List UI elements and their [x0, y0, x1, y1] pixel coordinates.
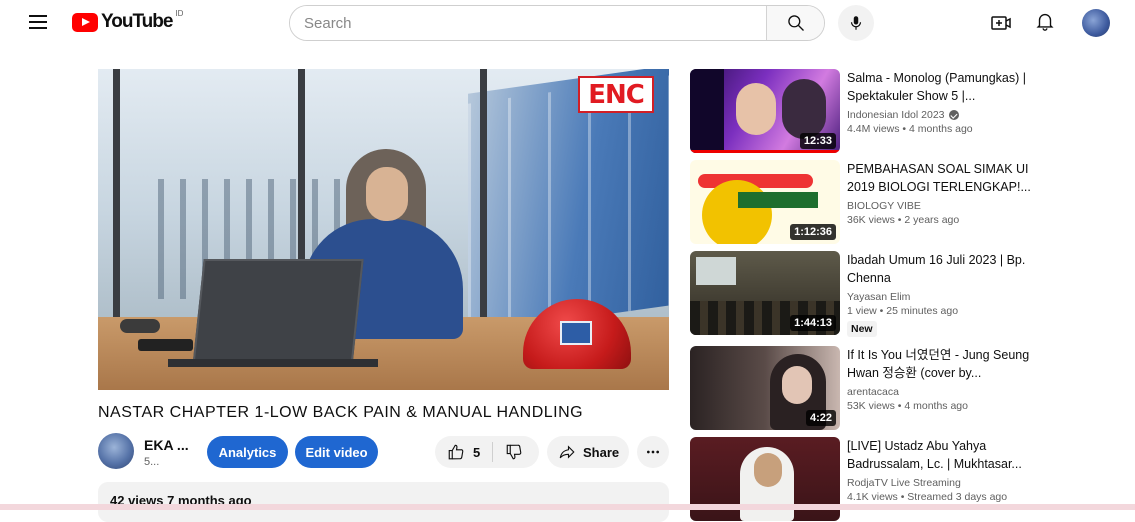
thumbs-down-icon [505, 443, 523, 461]
duration-badge: 12:33 [800, 133, 836, 149]
duration-badge: 1:12:36 [790, 224, 836, 240]
subscriber-count: 5... [144, 456, 159, 468]
duration-badge: 4:22 [806, 410, 836, 426]
more-horizontal-icon [645, 444, 661, 460]
youtube-logo[interactable]: YouTube ID [72, 11, 183, 33]
logo-text: YouTube [101, 11, 172, 33]
search-icon [786, 13, 806, 33]
microphone-icon [847, 14, 865, 32]
share-button[interactable]: Share [547, 436, 629, 468]
more-actions-button[interactable] [637, 436, 669, 468]
recommended-meta: 53K views • 4 months ago [847, 400, 1037, 412]
video-thumbnail[interactable]: 12:33 [690, 69, 840, 153]
search-input[interactable] [290, 6, 766, 40]
video-thumbnail[interactable]: 1:44:13 [690, 251, 840, 335]
verified-icon [949, 110, 959, 120]
recommended-channel[interactable]: RodjaTV Live Streaming [847, 477, 961, 489]
account-avatar[interactable] [1082, 9, 1110, 37]
menu-icon[interactable] [26, 10, 50, 34]
create-button[interactable] [989, 11, 1013, 35]
channel-name[interactable]: EKA ... [144, 437, 189, 453]
like-button[interactable]: 5 [435, 436, 492, 468]
recommended-channel[interactable]: Indonesian Idol 2023 [847, 109, 945, 121]
taskbar-edge [0, 504, 1135, 510]
video-plus-icon [989, 11, 1013, 35]
channel-avatar[interactable] [98, 433, 134, 469]
recommended-meta: 1 view • 25 minutes ago [847, 305, 1037, 317]
notifications-button[interactable] [1034, 10, 1058, 34]
recommended-title[interactable]: Salma - Monolog (Pamungkas) | Spektakule… [847, 69, 1037, 105]
like-dislike-group: 5 [435, 436, 539, 468]
video-player[interactable]: ENC [98, 69, 669, 390]
recommended-title[interactable]: If It Is You 너였던연 - Jung Seung Hwan 정승환 … [847, 346, 1037, 382]
recommended-channel[interactable]: BIOLOGY VIBE [847, 200, 921, 212]
video-thumbnail[interactable]: 1:12:36 [690, 160, 840, 244]
channel-watermark: ENC [578, 76, 654, 113]
search-button[interactable] [766, 6, 824, 40]
recommended-channel[interactable]: Yayasan Elim [847, 291, 910, 303]
edit-video-button[interactable]: Edit video [295, 436, 378, 468]
recommended-meta: 4.4M views • 4 months ago [847, 123, 1037, 135]
recommended-title[interactable]: PEMBAHASAN SOAL SIMAK UI 2019 BIOLOGI TE… [847, 160, 1037, 196]
like-count: 5 [473, 445, 480, 460]
share-icon [558, 443, 576, 461]
recommended-meta: 36K views • 2 years ago [847, 214, 1037, 226]
description-box[interactable]: 42 views 7 months ago [98, 482, 669, 522]
recommended-title[interactable]: [LIVE] Ustadz Abu Yahya Badrussalam, Lc.… [847, 437, 1037, 473]
recommended-channel[interactable]: arentacaca [847, 386, 899, 398]
duration-badge: 1:44:13 [790, 315, 836, 331]
recommended-title[interactable]: Ibadah Umum 16 Juli 2023 | Bp. Chenna [847, 251, 1037, 287]
watch-progress-bar [690, 150, 840, 153]
bell-icon [1034, 10, 1056, 32]
video-title: NASTAR CHAPTER 1-LOW BACK PAIN & MANUAL … [98, 404, 698, 422]
dislike-button[interactable] [493, 436, 535, 468]
analytics-button[interactable]: Analytics [207, 436, 288, 468]
recommended-video[interactable]: 4:22 If It Is You 너였던연 - Jung Seung Hwan… [690, 346, 1040, 430]
recommended-video[interactable]: 1:44:13 Ibadah Umum 16 Juli 2023 | Bp. C… [690, 251, 1040, 335]
country-code: ID [175, 9, 183, 18]
voice-search-button[interactable] [838, 5, 874, 41]
masthead: YouTube ID [0, 0, 1135, 46]
thumbs-up-icon [447, 443, 465, 461]
share-label: Share [583, 445, 619, 460]
recommended-meta: 4.1K views • Streamed 3 days ago [847, 491, 1037, 503]
video-thumbnail[interactable]: 4:22 [690, 346, 840, 430]
new-badge: New [847, 321, 877, 337]
recommended-video[interactable]: 1:12:36 PEMBAHASAN SOAL SIMAK UI 2019 BI… [690, 160, 1040, 244]
search-box [289, 5, 825, 41]
play-icon [72, 13, 98, 32]
recommended-video[interactable]: 12:33 Salma - Monolog (Pamungkas) | Spek… [690, 69, 1040, 153]
